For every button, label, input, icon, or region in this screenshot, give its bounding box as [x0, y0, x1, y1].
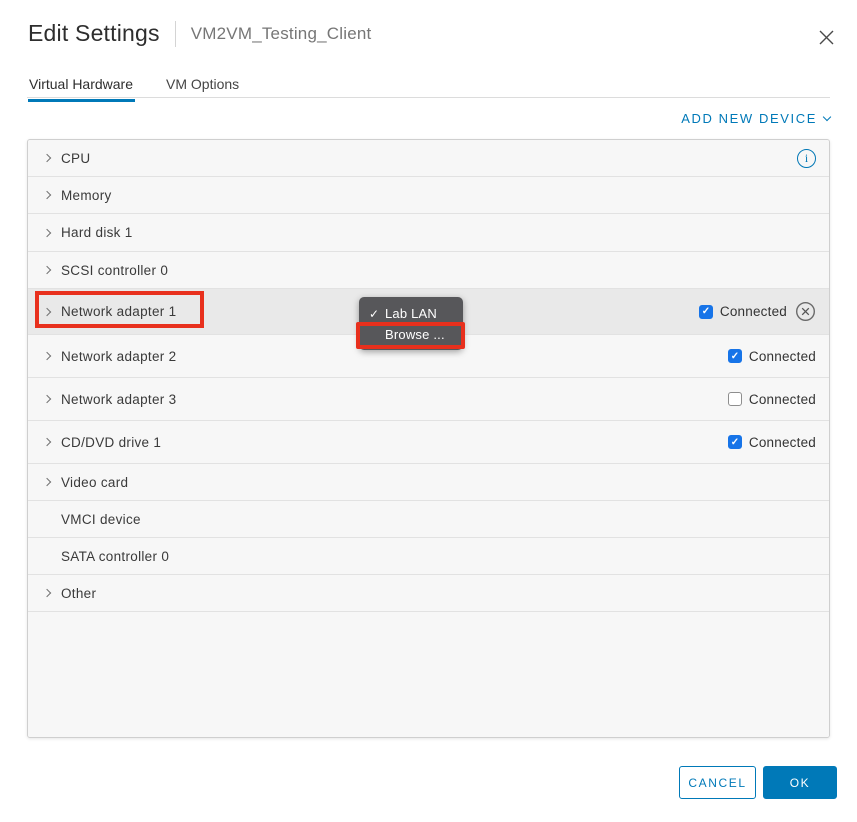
device-label: CPU	[61, 151, 90, 166]
dialog-header: Edit Settings VM2VM_Testing_Client	[28, 20, 371, 47]
add-new-device-label: ADD NEW DEVICE	[681, 111, 817, 126]
device-label: Network adapter 3	[61, 392, 176, 407]
tab-rule	[27, 97, 830, 98]
device-label: VMCI device	[61, 512, 141, 527]
chevron-right-icon[interactable]	[42, 230, 52, 236]
info-icon[interactable]: i	[797, 149, 816, 168]
chevron-right-icon[interactable]	[42, 155, 52, 161]
edit-settings-dialog: Edit Settings VM2VM_Testing_Client Virtu…	[0, 0, 857, 822]
device-label: Hard disk 1	[61, 225, 133, 240]
cancel-button[interactable]: CANCEL	[679, 766, 756, 799]
device-label: Network adapter 1	[61, 304, 176, 319]
page-title: Edit Settings	[28, 20, 160, 47]
dropdown-item-label: Lab LAN	[385, 306, 437, 321]
device-row-network-adapter-3[interactable]: Network adapter 3 Connected	[28, 378, 829, 421]
tab-bar: Virtual Hardware VM Options	[28, 76, 239, 102]
tab-vm-options[interactable]: VM Options	[166, 76, 239, 102]
device-row-scsi-controller-0[interactable]: SCSI controller 0	[28, 252, 829, 289]
network-dropdown: ✓ Lab LAN Browse ...	[359, 297, 463, 350]
connected-checkbox[interactable]	[728, 392, 742, 406]
device-row-cd-dvd-drive-1[interactable]: CD/DVD drive 1 ✓ Connected	[28, 421, 829, 464]
row-actions: ✓ Connected	[699, 301, 829, 322]
check-icon: ✓	[369, 307, 384, 321]
chevron-right-icon[interactable]	[42, 267, 52, 273]
chevron-right-icon[interactable]	[42, 479, 52, 485]
vm-name: VM2VM_Testing_Client	[191, 24, 372, 44]
device-row-sata-controller-0[interactable]: SATA controller 0	[28, 538, 829, 575]
disconnect-icon[interactable]	[795, 301, 816, 322]
add-new-device-button[interactable]: ADD NEW DEVICE	[681, 111, 830, 126]
device-label: SATA controller 0	[61, 549, 169, 564]
title-divider	[175, 21, 176, 47]
chevron-right-icon[interactable]	[42, 353, 52, 359]
table-empty-area	[28, 612, 829, 737]
device-row-other[interactable]: Other	[28, 575, 829, 612]
chevron-down-icon	[823, 113, 831, 121]
close-icon[interactable]	[816, 27, 836, 47]
device-row-vmci-device[interactable]: VMCI device	[28, 501, 829, 538]
chevron-right-icon[interactable]	[42, 439, 52, 445]
row-actions: ✓ Connected	[728, 349, 829, 364]
device-row-hard-disk-1[interactable]: Hard disk 1	[28, 214, 829, 252]
connected-label: Connected	[720, 304, 787, 319]
close-icon-glyph	[818, 29, 835, 46]
device-label: Memory	[61, 188, 112, 203]
chevron-right-icon[interactable]	[42, 309, 52, 315]
connected-label: Connected	[749, 349, 816, 364]
row-actions: Connected	[728, 392, 829, 407]
dropdown-item-browse[interactable]: Browse ...	[359, 324, 463, 345]
dropdown-item-lab-lan[interactable]: ✓ Lab LAN	[359, 303, 463, 324]
device-row-cpu[interactable]: CPU i	[28, 140, 829, 177]
device-table: CPU i Memory Hard disk 1 SCSI controller 0 Ne…	[27, 139, 830, 738]
device-row-video-card[interactable]: Video card	[28, 464, 829, 501]
ok-button[interactable]: OK	[763, 766, 837, 799]
device-label: CD/DVD drive 1	[61, 435, 161, 450]
dropdown-item-label: Browse ...	[385, 327, 445, 342]
connected-label: Connected	[749, 392, 816, 407]
device-label: Video card	[61, 475, 128, 490]
chevron-right-icon[interactable]	[42, 590, 52, 596]
device-label: Other	[61, 586, 96, 601]
row-actions: i	[797, 149, 829, 168]
device-label: Network adapter 2	[61, 349, 176, 364]
connected-checkbox[interactable]: ✓	[728, 349, 742, 363]
chevron-right-icon[interactable]	[42, 396, 52, 402]
connected-checkbox[interactable]: ✓	[728, 435, 742, 449]
chevron-right-icon[interactable]	[42, 192, 52, 198]
connected-checkbox[interactable]: ✓	[699, 305, 713, 319]
device-label: SCSI controller 0	[61, 263, 168, 278]
connected-label: Connected	[749, 435, 816, 450]
tab-virtual-hardware[interactable]: Virtual Hardware	[28, 76, 135, 102]
row-actions: ✓ Connected	[728, 435, 829, 450]
device-row-memory[interactable]: Memory	[28, 177, 829, 214]
device-rows: CPU i Memory Hard disk 1 SCSI controller 0 Ne…	[28, 140, 829, 612]
